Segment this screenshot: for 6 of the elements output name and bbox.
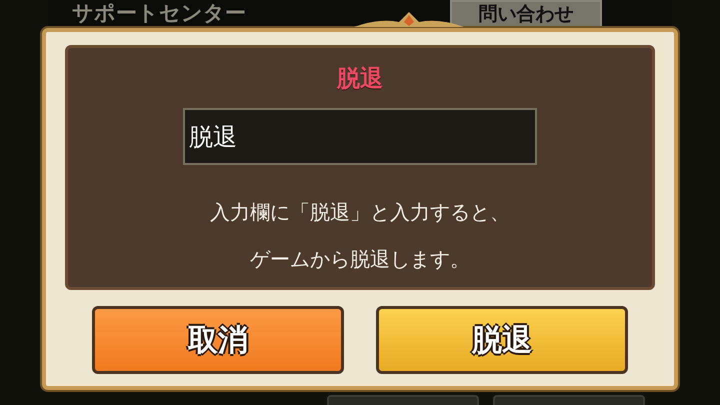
page-title: サポートセンター xyxy=(72,0,246,26)
cancel-button[interactable]: 取消 xyxy=(92,306,344,374)
message-text: 入力欄に「脱退」と入力すると、 ゲームから脱退します。 xyxy=(210,199,510,273)
contact-button[interactable]: 問い合わせ xyxy=(450,0,602,28)
input-field[interactable]: 脱退 xyxy=(183,108,537,165)
dialog-title: 脱退 xyxy=(337,65,383,94)
